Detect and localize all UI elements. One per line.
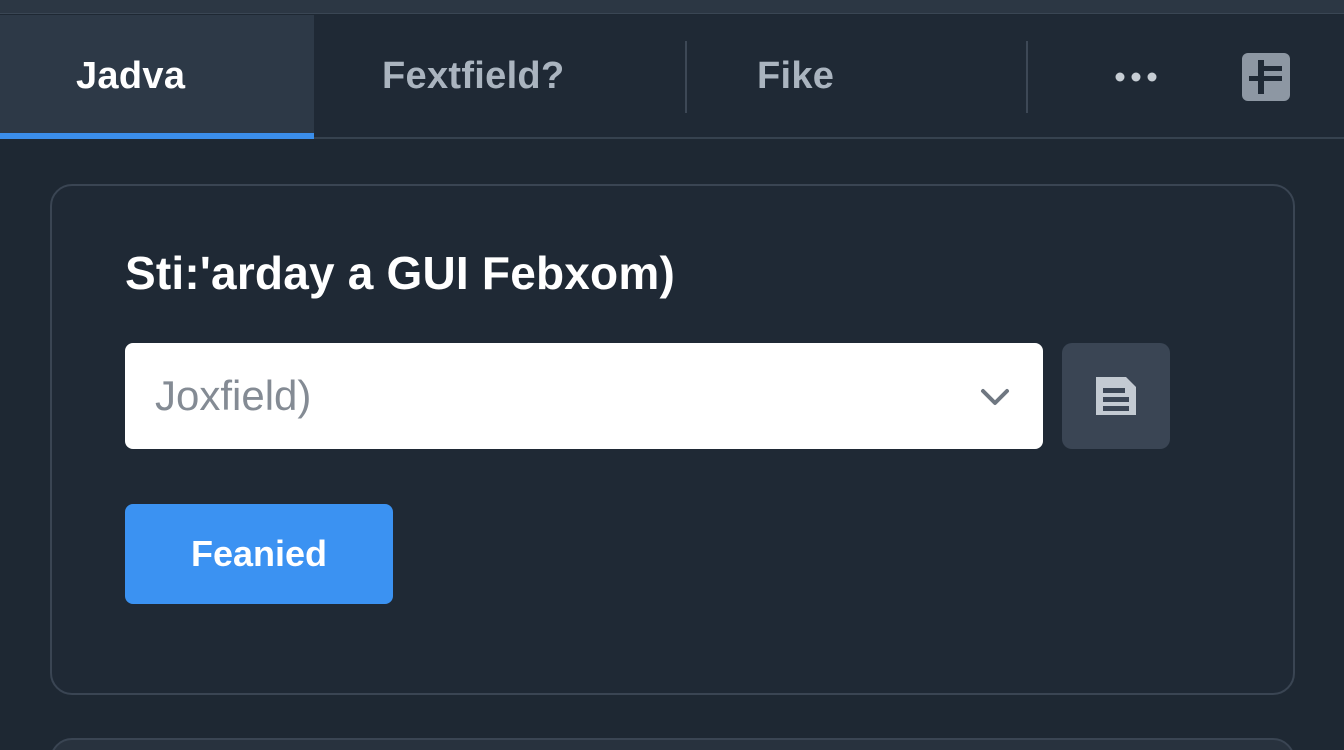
panel-layout-button[interactable] — [1236, 49, 1296, 105]
select-dropdown[interactable]: Joxfield) — [125, 343, 1043, 449]
chevron-down-icon — [981, 389, 1009, 405]
app-window: Jadva Fextfield? Fike Sti:'arday a GUI F… — [0, 0, 1344, 750]
dropdown-value: Joxfield) — [155, 372, 312, 419]
tab-label: Fextfield? — [382, 54, 565, 97]
tab-fike[interactable]: Fike — [687, 15, 1027, 137]
more-options-button[interactable] — [1098, 45, 1174, 109]
form-card: Sti:'arday a GUI Febxom) Joxfield) Feani… — [50, 184, 1295, 695]
document-icon — [1096, 377, 1136, 415]
more-horizontal-icon — [1115, 72, 1157, 82]
document-button[interactable] — [1062, 343, 1170, 449]
tab-jadva[interactable]: Jadva — [0, 15, 314, 139]
tab-label: Jadva — [76, 54, 186, 97]
card-title: Sti:'arday a GUI Febxom) — [125, 247, 675, 299]
tab-fextfield[interactable]: Fextfield? — [314, 15, 686, 137]
next-card-edge — [50, 738, 1295, 750]
panel-layout-icon — [1242, 53, 1290, 101]
tab-label: Fike — [757, 54, 835, 97]
tab-separator — [1026, 41, 1028, 113]
tab-bar: Jadva Fextfield? Fike — [0, 15, 1344, 139]
primary-action-button[interactable]: Feanied — [125, 504, 393, 604]
window-top-edge — [0, 0, 1344, 14]
